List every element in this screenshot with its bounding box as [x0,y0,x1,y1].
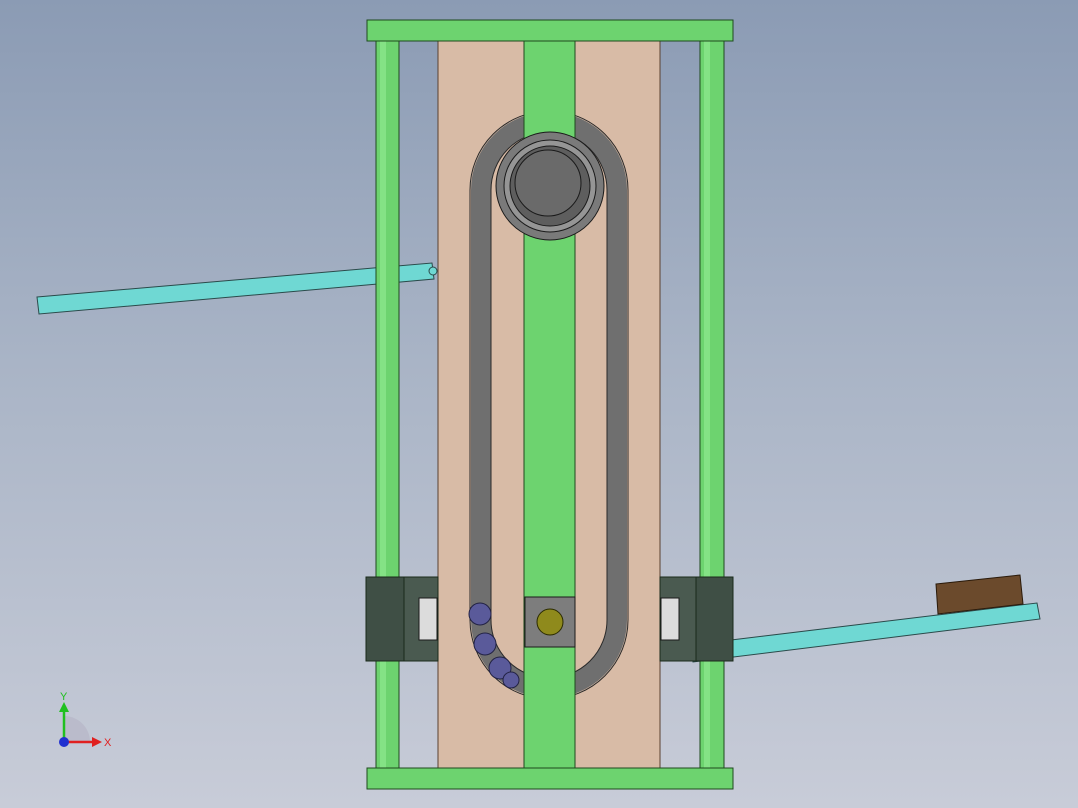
drive-pin[interactable] [536,608,564,636]
right-guide-bracket[interactable] [659,576,734,662]
coordinate-triad: Y X [59,691,112,749]
x-axis-label: X [104,737,112,749]
z-axis-dot [59,737,69,747]
bottom-pin-block[interactable] [524,596,576,648]
rod-pin-hole [428,266,438,276]
right-bracket-slot [660,597,680,641]
left-bracket-slot [418,597,438,641]
cad-viewport[interactable]: Y X [0,0,1078,808]
top-roller[interactable] [495,131,605,241]
right-push-rod[interactable] [689,602,1041,663]
top-crossbar[interactable] [366,19,734,42]
bottom-crossbar[interactable] [366,767,734,790]
y-axis-label: Y [60,691,68,703]
triad-quadrant [64,716,90,742]
left-guide-bracket[interactable] [365,576,439,662]
